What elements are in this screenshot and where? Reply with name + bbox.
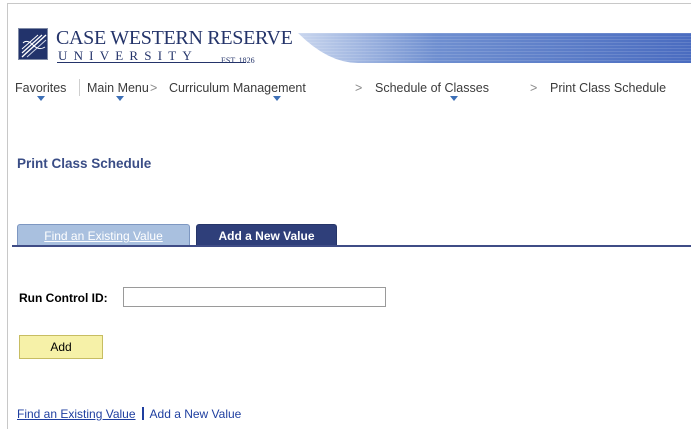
add-button[interactable]: Add	[19, 335, 103, 359]
footer-links: Find an Existing Value Add a New Value	[17, 407, 241, 421]
run-control-id-label: Run Control ID:	[19, 291, 108, 305]
nav-separator: >	[530, 81, 538, 95]
nav-divider	[79, 79, 80, 96]
nav-favorites[interactable]: Favorites	[15, 81, 66, 95]
schedule-dropdown-icon[interactable]	[450, 96, 458, 101]
nav-curriculum-management[interactable]: Curriculum Management	[169, 81, 306, 95]
nav-schedule-of-classes[interactable]: Schedule of Classes	[375, 81, 489, 95]
tab-underline	[12, 245, 691, 247]
nav-print-class-schedule[interactable]: Print Class Schedule	[550, 81, 666, 95]
run-control-id-input[interactable]	[123, 287, 386, 307]
add-new-value-link[interactable]: Add a New Value	[150, 407, 242, 421]
tab-find-label: Find an Existing Value	[44, 229, 163, 243]
header-swoosh	[298, 33, 691, 63]
header-banner: CASE WESTERN RESERVE UNIVERSITY EST. 182…	[8, 26, 691, 74]
tab-find-existing-value[interactable]: Find an Existing Value	[17, 224, 190, 246]
curriculum-dropdown-icon[interactable]	[273, 96, 281, 101]
favorites-dropdown-icon[interactable]	[37, 96, 45, 101]
page-title: Print Class Schedule	[17, 156, 152, 171]
nav-separator: >	[355, 81, 363, 95]
link-divider	[141, 407, 144, 420]
tab-add-new-value[interactable]: Add a New Value	[196, 224, 337, 246]
nav-main-menu[interactable]: Main Menu	[87, 81, 149, 95]
find-existing-value-link[interactable]: Find an Existing Value	[17, 407, 136, 421]
main-menu-dropdown-icon[interactable]	[116, 96, 124, 101]
brand-name-top: CASE WESTERN RESERVE	[56, 27, 293, 49]
brand-rule	[57, 62, 246, 63]
university-seal-icon	[18, 28, 48, 60]
brand-established: EST. 1826	[221, 56, 255, 65]
nav-separator: >	[150, 81, 158, 95]
